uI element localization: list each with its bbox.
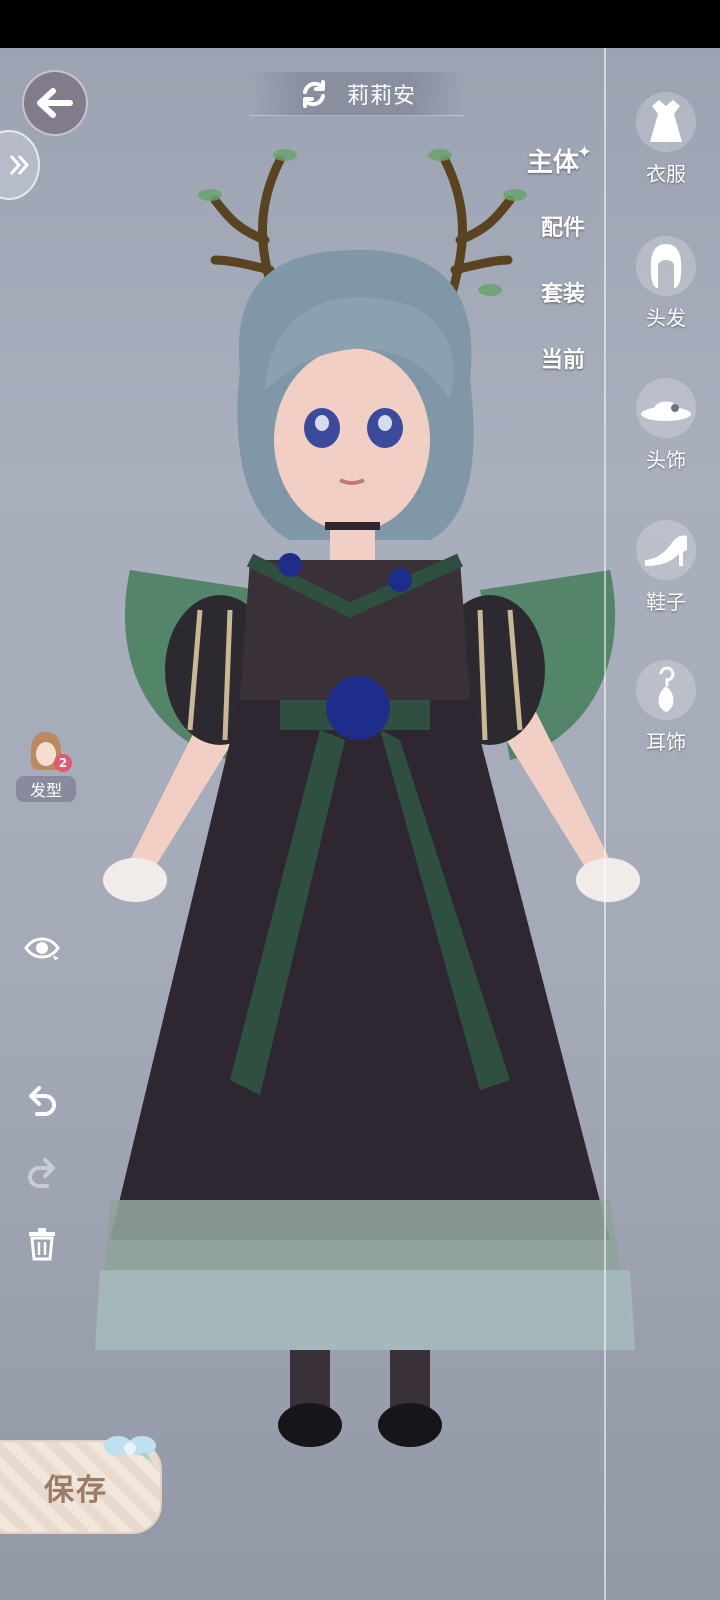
status-bar (0, 0, 720, 48)
side-item-hair[interactable]: 头发 (626, 236, 706, 331)
double-chevron-right-icon (9, 155, 30, 175)
dress-icon (636, 92, 696, 152)
high-heel-icon (636, 520, 696, 580)
delete-button[interactable] (22, 1224, 62, 1264)
save-button-label: 保存 (44, 1473, 108, 1508)
side-label-clothes: 衣服 (646, 162, 686, 186)
hair-avatar-icon: 2 (26, 730, 72, 772)
tab-main[interactable]: 主体✦ (527, 142, 592, 179)
tab-accessories[interactable]: 配件 (541, 210, 585, 242)
side-item-headwear[interactable]: 头饰 (626, 378, 706, 473)
panel-divider (604, 48, 606, 1600)
redo-icon (28, 1158, 55, 1188)
side-item-clothes[interactable]: 衣服 (626, 92, 706, 187)
hair-icon (636, 236, 696, 296)
visibility-toggle[interactable] (22, 928, 62, 968)
bow-decoration-icon (104, 1436, 156, 1462)
swap-icon[interactable] (299, 79, 329, 109)
trash-icon (29, 1228, 55, 1261)
undo-button[interactable] (22, 1080, 62, 1120)
redo-button[interactable] (22, 1152, 62, 1192)
side-label-shoes: 鞋子 (646, 590, 686, 614)
tab-current[interactable]: 当前 (541, 342, 585, 374)
side-item-shoes[interactable]: 鞋子 (626, 520, 706, 615)
hair-style-count-badge: 2 (54, 754, 72, 772)
undo-icon (29, 1086, 56, 1116)
side-item-earrings[interactable]: 耳饰 (626, 660, 706, 755)
character-name-bar[interactable]: 莉莉安 (250, 72, 465, 116)
sparkle-icon: ✦ (576, 142, 592, 163)
arrow-left-icon (37, 88, 73, 118)
expand-panel-button[interactable] (0, 130, 40, 200)
back-button[interactable] (22, 70, 88, 136)
hat-icon (636, 378, 696, 438)
side-label-earrings: 耳饰 (646, 730, 686, 754)
tab-main-label: 主体 (526, 148, 579, 178)
tab-sets[interactable]: 套装 (541, 276, 585, 308)
character-model (95, 149, 640, 1447)
hair-style-button[interactable]: 2 发型 (16, 730, 76, 802)
side-label-hair: 头发 (646, 306, 686, 330)
side-label-headwear: 头饰 (646, 448, 686, 472)
character-name: 莉莉安 (346, 83, 416, 109)
eye-icon (24, 937, 60, 961)
hair-style-label: 发型 (16, 776, 76, 802)
earring-icon (636, 660, 696, 720)
